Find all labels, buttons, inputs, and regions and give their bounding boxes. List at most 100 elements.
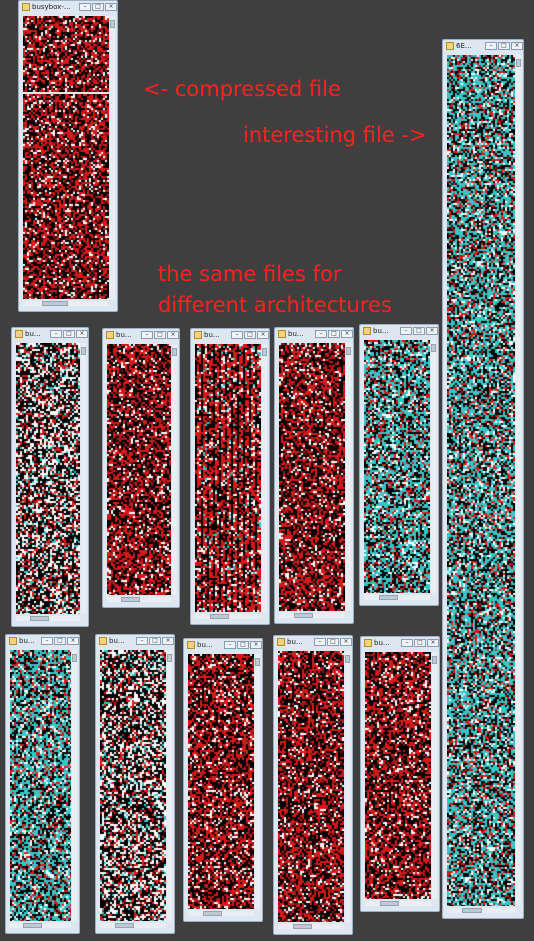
close-button[interactable]: × [76,330,88,338]
scrollbar-thumb[interactable] [378,595,399,600]
maximize-button[interactable]: □ [154,331,166,339]
maximize-button[interactable]: □ [63,330,75,338]
binary-visualization[interactable] [364,340,430,593]
vertical-scrollbar[interactable] [72,650,77,921]
scrollbar-thumb[interactable] [41,301,68,306]
scrollbar-thumb[interactable] [345,655,350,663]
scrollbar-thumb[interactable] [209,614,230,619]
scrollbar-thumb[interactable] [30,616,50,621]
scrollbar-thumb[interactable] [172,348,177,356]
scrollbar-thumb[interactable] [81,347,86,355]
binary-visualization[interactable] [447,55,515,906]
minimize-button[interactable]: – [224,641,236,649]
scrollbar-thumb[interactable] [121,597,141,602]
horizontal-scrollbar[interactable] [10,923,71,928]
scrollbar-thumb[interactable] [516,59,521,67]
close-button[interactable]: × [340,638,352,646]
minimize-button[interactable]: – [141,331,153,339]
window-titlebar[interactable]: bu... – □ × [360,325,438,338]
binary-viewer-window[interactable]: bu... – □ × [95,634,175,934]
window-titlebar[interactable]: bu... – □ × [184,639,262,652]
binary-visualization[interactable] [278,651,344,922]
vertical-scrollbar[interactable] [431,340,436,593]
window-titlebar[interactable]: bu... – □ × [275,328,353,341]
close-button[interactable]: × [105,3,117,11]
window-titlebar[interactable]: bu... – □ × [103,329,179,342]
binary-viewer-window[interactable]: bu... – □ × [183,638,263,922]
close-button[interactable]: × [167,331,179,339]
maximize-button[interactable]: □ [498,42,510,50]
close-button[interactable]: × [341,330,353,338]
vertical-scrollbar[interactable] [516,55,521,906]
binary-visualization[interactable] [188,654,254,909]
maximize-button[interactable]: □ [414,639,426,647]
binary-viewer-window[interactable]: bu... – □ × [273,635,353,935]
binary-visualization[interactable] [195,344,261,612]
scrollbar-thumb[interactable] [431,344,436,352]
binary-visualization[interactable] [10,650,71,921]
horizontal-scrollbar[interactable] [16,616,80,621]
horizontal-scrollbar[interactable] [365,901,431,906]
scrollbar-thumb[interactable] [72,654,77,662]
maximize-button[interactable]: □ [54,637,66,645]
minimize-button[interactable]: – [79,3,91,11]
window-titlebar[interactable]: bu... – □ × [6,635,79,648]
horizontal-scrollbar[interactable] [364,595,430,600]
scrollbar-thumb[interactable] [293,613,314,618]
minimize-button[interactable]: – [401,639,413,647]
vertical-scrollbar[interactable] [81,343,86,614]
close-button[interactable]: × [67,637,79,645]
vertical-scrollbar[interactable] [255,654,260,909]
window-titlebar[interactable]: bu... – □ × [191,329,269,342]
window-titlebar[interactable]: bu... – □ × [96,635,174,648]
minimize-button[interactable]: – [315,330,327,338]
close-button[interactable]: × [257,331,269,339]
scrollbar-thumb[interactable] [23,923,42,928]
close-button[interactable]: × [162,637,174,645]
scrollbar-thumb[interactable] [202,911,223,916]
close-button[interactable]: × [511,42,523,50]
scrollbar-thumb[interactable] [432,656,437,664]
binary-viewer-window[interactable]: bu... – □ × [11,327,89,627]
maximize-button[interactable]: □ [92,3,104,11]
horizontal-scrollbar[interactable] [188,911,254,916]
minimize-button[interactable]: – [50,330,62,338]
binary-visualization[interactable] [365,652,431,899]
binary-viewer-window[interactable]: bu... – □ × [360,636,440,912]
vertical-scrollbar[interactable] [346,343,351,611]
binary-viewer-window[interactable]: bu... – □ × [274,327,354,624]
binary-viewer-window[interactable]: busybox-... – □ × [18,0,118,312]
horizontal-scrollbar[interactable] [195,614,261,619]
window-titlebar[interactable]: busybox-... – □ × [19,1,117,14]
minimize-button[interactable]: – [231,331,243,339]
vertical-scrollbar[interactable] [432,652,437,899]
binary-viewer-window[interactable]: bu... – □ × [359,324,439,606]
horizontal-scrollbar[interactable] [23,301,109,306]
binary-visualization[interactable] [107,344,171,595]
binary-visualization[interactable] [16,343,80,614]
minimize-button[interactable]: – [41,637,53,645]
scrollbar-thumb[interactable] [346,347,351,355]
horizontal-scrollbar[interactable] [107,597,171,602]
horizontal-scrollbar[interactable] [447,908,515,913]
scrollbar-thumb[interactable] [255,658,260,666]
vertical-scrollbar[interactable] [262,344,267,612]
maximize-button[interactable]: □ [327,638,339,646]
scrollbar-thumb[interactable] [262,348,267,356]
binary-viewer-window[interactable]: bu... – □ × [5,634,80,934]
horizontal-scrollbar[interactable] [278,924,344,929]
vertical-scrollbar[interactable] [110,16,115,299]
scrollbar-thumb[interactable] [461,908,483,913]
scrollbar-thumb[interactable] [292,924,313,929]
minimize-button[interactable]: – [400,327,412,335]
binary-viewer-window[interactable]: bu... – □ × [102,328,180,608]
binary-viewer-window[interactable]: 6E... – □ × [442,39,524,919]
minimize-button[interactable]: – [314,638,326,646]
maximize-button[interactable]: □ [413,327,425,335]
maximize-button[interactable]: □ [244,331,256,339]
window-titlebar[interactable]: bu... – □ × [274,636,352,649]
maximize-button[interactable]: □ [237,641,249,649]
scrollbar-thumb[interactable] [114,923,135,928]
vertical-scrollbar[interactable] [345,651,350,922]
minimize-button[interactable]: – [485,42,497,50]
